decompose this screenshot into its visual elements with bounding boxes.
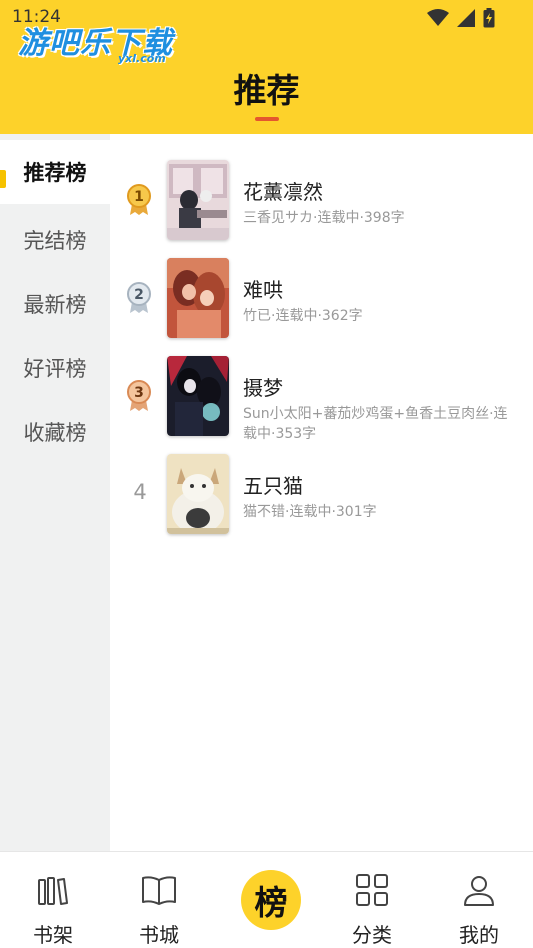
book-title: 摄梦: [243, 376, 283, 400]
open-book-icon: [142, 876, 176, 905]
silver-medal-icon: 2: [127, 282, 151, 313]
book-meta: 三香见サカ·连载中·398字: [243, 210, 405, 226]
bookshelf-icon: [38, 877, 68, 905]
ranking-category-nav: 推荐榜 完结榜 最新榜 好评榜 收藏榜: [0, 134, 110, 852]
grid-category-icon: [356, 874, 388, 906]
nav-item-top-rated[interactable]: 好评榜: [0, 336, 110, 400]
nav-item-label: 推荐榜: [23, 161, 87, 185]
ranking-button[interactable]: 榜: [241, 870, 301, 930]
tab-profile[interactable]: 我的: [426, 852, 532, 948]
book-cover[interactable]: [167, 356, 229, 436]
nav-item-label: 最新榜: [23, 293, 87, 317]
user-profile-icon: [464, 876, 494, 906]
cellular-signal-icon: [457, 9, 475, 27]
tab-label: 分类: [352, 923, 392, 947]
tab-bookshelf[interactable]: 书架: [0, 852, 106, 948]
svg-text:1: 1: [134, 189, 144, 205]
book-title: 花薰凛然: [243, 180, 323, 204]
wifi-icon: [427, 9, 449, 26]
svg-text:3: 3: [134, 385, 144, 401]
nav-item-label: 好评榜: [23, 357, 87, 381]
book-cover[interactable]: [167, 258, 229, 338]
watermark-logo: 游吧乐下载 yxl.com: [18, 18, 173, 65]
nav-item-label: 完结榜: [23, 229, 87, 253]
tab-label: 书架: [33, 923, 73, 947]
bronze-medal-icon: 3: [127, 380, 151, 411]
top-header: 11:24 游吧乐下载 yxl.com 推荐: [0, 0, 533, 134]
page-title: 推荐: [233, 71, 300, 110]
tab-bookstore[interactable]: 书城: [106, 852, 212, 948]
list-item[interactable]: 2 难哄 竹已·连载中·362字: [110, 258, 533, 338]
tab-label: 书城: [139, 923, 179, 947]
book-cover[interactable]: [167, 454, 229, 534]
book-cover[interactable]: [167, 160, 229, 240]
tab-label: 我的: [459, 923, 499, 947]
book-title: 难哄: [243, 278, 283, 302]
list-item[interactable]: 4 五只猫 猫不错·连载中·301字: [110, 454, 533, 534]
tab-category[interactable]: 分类: [319, 852, 425, 948]
rank-number: 4: [133, 480, 147, 504]
book-title: 五只猫: [243, 474, 303, 498]
list-item[interactable]: 3 摄梦 Sun小太阳+蕃茄炒鸡蛋+鱼香土豆肉丝·连载中·353字: [110, 356, 533, 442]
nav-item-newest[interactable]: 最新榜: [0, 272, 110, 336]
battery-charging-icon: [483, 8, 495, 28]
nav-item-recommend[interactable]: 推荐榜: [0, 140, 110, 204]
book-meta: 竹已·连载中·362字: [243, 308, 363, 324]
bottom-tab-bar: 书架 书城 榜 分类 我的: [0, 851, 533, 948]
nav-item-label: 收藏榜: [23, 421, 87, 445]
nav-item-completed[interactable]: 完结榜: [0, 208, 110, 272]
ranking-list: 1 花薰凛然 三香见サカ·连载中·398字 2 难哄 竹已·连载中·362字 3…: [110, 134, 533, 852]
list-item[interactable]: 1 花薰凛然 三香见サカ·连载中·398字: [110, 160, 533, 240]
tab-ranking[interactable]: 榜: [212, 852, 318, 948]
gold-medal-icon: 1: [127, 184, 151, 215]
status-icons: [427, 8, 495, 28]
title-underline: [255, 117, 279, 121]
svg-text:2: 2: [134, 287, 144, 303]
book-meta: Sun小太阳+蕃茄炒鸡蛋+鱼香土豆肉丝·连载中·353字: [243, 406, 508, 442]
nav-item-most-favorited[interactable]: 收藏榜: [0, 400, 110, 464]
book-meta: 猫不错·连载中·301字: [243, 504, 377, 520]
